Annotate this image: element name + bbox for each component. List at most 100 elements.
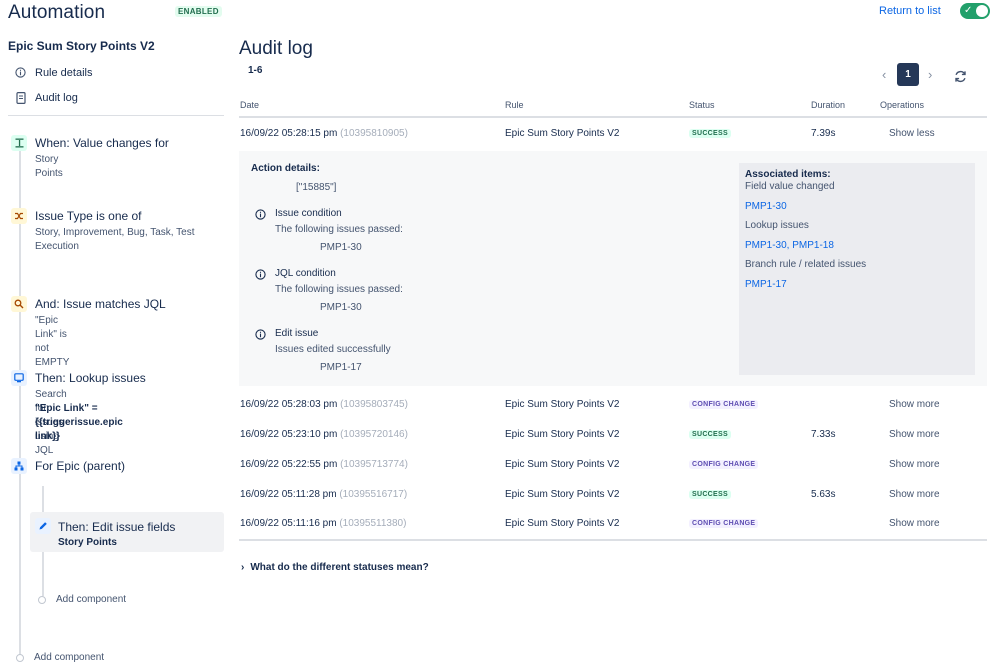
row-date: 16/09/22 05:11:28 pm (10395516717) [240,489,408,500]
column-header-date: Date [240,100,260,110]
associated-group-label: Branch rule / related issues [745,259,867,270]
show-more-link[interactable]: Show more [889,429,940,440]
column-header-rule: Rule [505,100,524,110]
detail-title: Issue condition [275,208,342,219]
row-date: 16/09/22 05:23:10 pm (10395720146) [240,429,408,440]
step-title: Issue Type is one of [35,209,142,223]
row-rule: Epic Sum Story Points V2 [505,128,620,139]
document-icon [14,91,27,104]
return-to-list-link[interactable]: Return to list [879,5,941,17]
refresh-icon[interactable] [953,69,969,85]
rule-enabled-toggle[interactable]: ✓ [960,3,990,19]
pencil-icon [35,518,51,534]
action-details-panel: Action details: ["15885"] Issue conditio… [239,151,987,386]
nav-audit-log[interactable]: Audit log [14,91,78,104]
info-icon [255,209,266,220]
detail-title: JQL condition [275,268,336,279]
detail-issue: PMP1-17 [320,362,362,373]
add-component-label: Add component [34,652,105,663]
step-title: For Epic (parent) [35,459,126,473]
detail-desc: The following issues passed: [275,224,403,235]
show-more-link[interactable]: Show more [889,399,940,410]
detail-issue: PMP1-30 [320,242,362,253]
result-range: 1-6 [248,65,263,76]
chevron-right-icon: › [241,562,245,573]
associated-items-header: Associated items: [745,169,831,180]
issue-link[interactable]: PMP1-30 [745,201,787,212]
status-badge: SUCCESS [689,129,731,138]
trigger-icon [11,135,27,151]
check-icon: ✓ [964,5,973,16]
issue-link[interactable]: PMP1-17 [745,279,787,290]
flow-connector [19,150,21,655]
step-subtitle: Story, Improvement, Bug, Task, Test Exec… [35,227,195,252]
add-component-outer[interactable]: Add component [16,652,104,663]
show-less-link[interactable]: Show less [889,128,935,139]
add-dot-icon [16,653,24,662]
search-icon [11,296,27,312]
show-more-link[interactable]: Show more [889,518,940,529]
row-date: 16/09/22 05:22:55 pm (10395713774) [240,459,408,470]
shuffle-icon [11,208,27,224]
step-title: And: Issue matches JQL [35,297,166,311]
row-rule: Epic Sum Story Points V2 [505,518,620,529]
row-duration: 7.33s [811,429,836,440]
detail-desc: Issues edited successfully [275,344,391,355]
show-more-link[interactable]: Show more [889,489,940,500]
table-divider [239,539,987,541]
column-header-operations: Operations [880,100,925,110]
nav-rule-details[interactable]: Rule details [14,66,92,79]
action-details-header: Action details: [251,163,320,174]
page-button-current[interactable]: 1 [897,63,919,86]
info-icon [255,269,266,280]
step-subtitle: Story Points [35,154,63,179]
row-duration: 5.63s [811,489,836,500]
row-rule: Epic Sum Story Points V2 [505,459,620,470]
table-divider [239,116,987,118]
row-rule: Epic Sum Story Points V2 [505,399,620,410]
enabled-badge: ENABLED [175,6,222,17]
row-rule: Epic Sum Story Points V2 [505,489,620,500]
step-jql: "Epic Link" = {{triggerissue.epic link}} [35,403,123,442]
show-more-link[interactable]: Show more [889,459,940,470]
associated-group-label: Lookup issues [745,220,809,231]
row-date: 16/09/22 05:28:03 pm (10395803745) [240,399,408,410]
row-duration: 7.39s [811,128,836,139]
chevron-right-icon[interactable]: › [928,67,932,82]
associated-group-label: Field value changed [745,181,835,192]
row-date: 16/09/22 05:11:16 pm (10395511380) [240,518,407,529]
status-badge: SUCCESS [689,430,731,439]
toggle-knob [976,5,988,17]
detail-title: Edit issue [275,328,319,339]
info-icon [255,329,266,340]
step-edit-issue-fields[interactable]: Then: Edit issue fields Story Points [30,512,224,552]
row-date: 16/09/22 05:28:15 pm (10395810905) [240,128,408,139]
step-subtitle: "Epic Link" is not EMPTY [35,315,70,368]
row-rule: Epic Sum Story Points V2 [505,429,620,440]
status-help-label: What do the different statuses mean? [250,562,429,573]
step-title: Then: Lookup issues [35,371,146,385]
status-badge: CONFIG CHANGE [689,400,759,409]
status-help-expander[interactable]: › What do the different statuses mean? [241,562,429,573]
page-title: Audit log [239,38,313,59]
associated-items-panel: Associated items: Field value changed PM… [739,163,975,375]
status-badge: CONFIG CHANGE [689,519,759,528]
app-title: Automation [8,2,106,23]
chevron-left-icon[interactable]: ‹ [882,67,886,82]
detail-desc: The following issues passed: [275,284,403,295]
hierarchy-icon [11,458,27,474]
info-icon [14,66,27,79]
action-value: ["15885"] [296,182,337,193]
step-subtitle: Story Points [58,537,117,548]
step-title: When: Value changes for [35,136,169,150]
add-component-label: Add component [56,594,127,605]
lookup-icon [11,370,27,386]
column-header-status: Status [689,100,715,110]
add-component-inner[interactable]: Add component [38,594,126,605]
column-header-duration: Duration [811,100,846,110]
add-dot-icon [38,595,46,604]
nav-label: Rule details [35,66,93,79]
sidebar-divider [8,115,224,116]
issue-link[interactable]: PMP1-30, PMP1-18 [745,240,834,251]
status-badge: SUCCESS [689,490,731,499]
